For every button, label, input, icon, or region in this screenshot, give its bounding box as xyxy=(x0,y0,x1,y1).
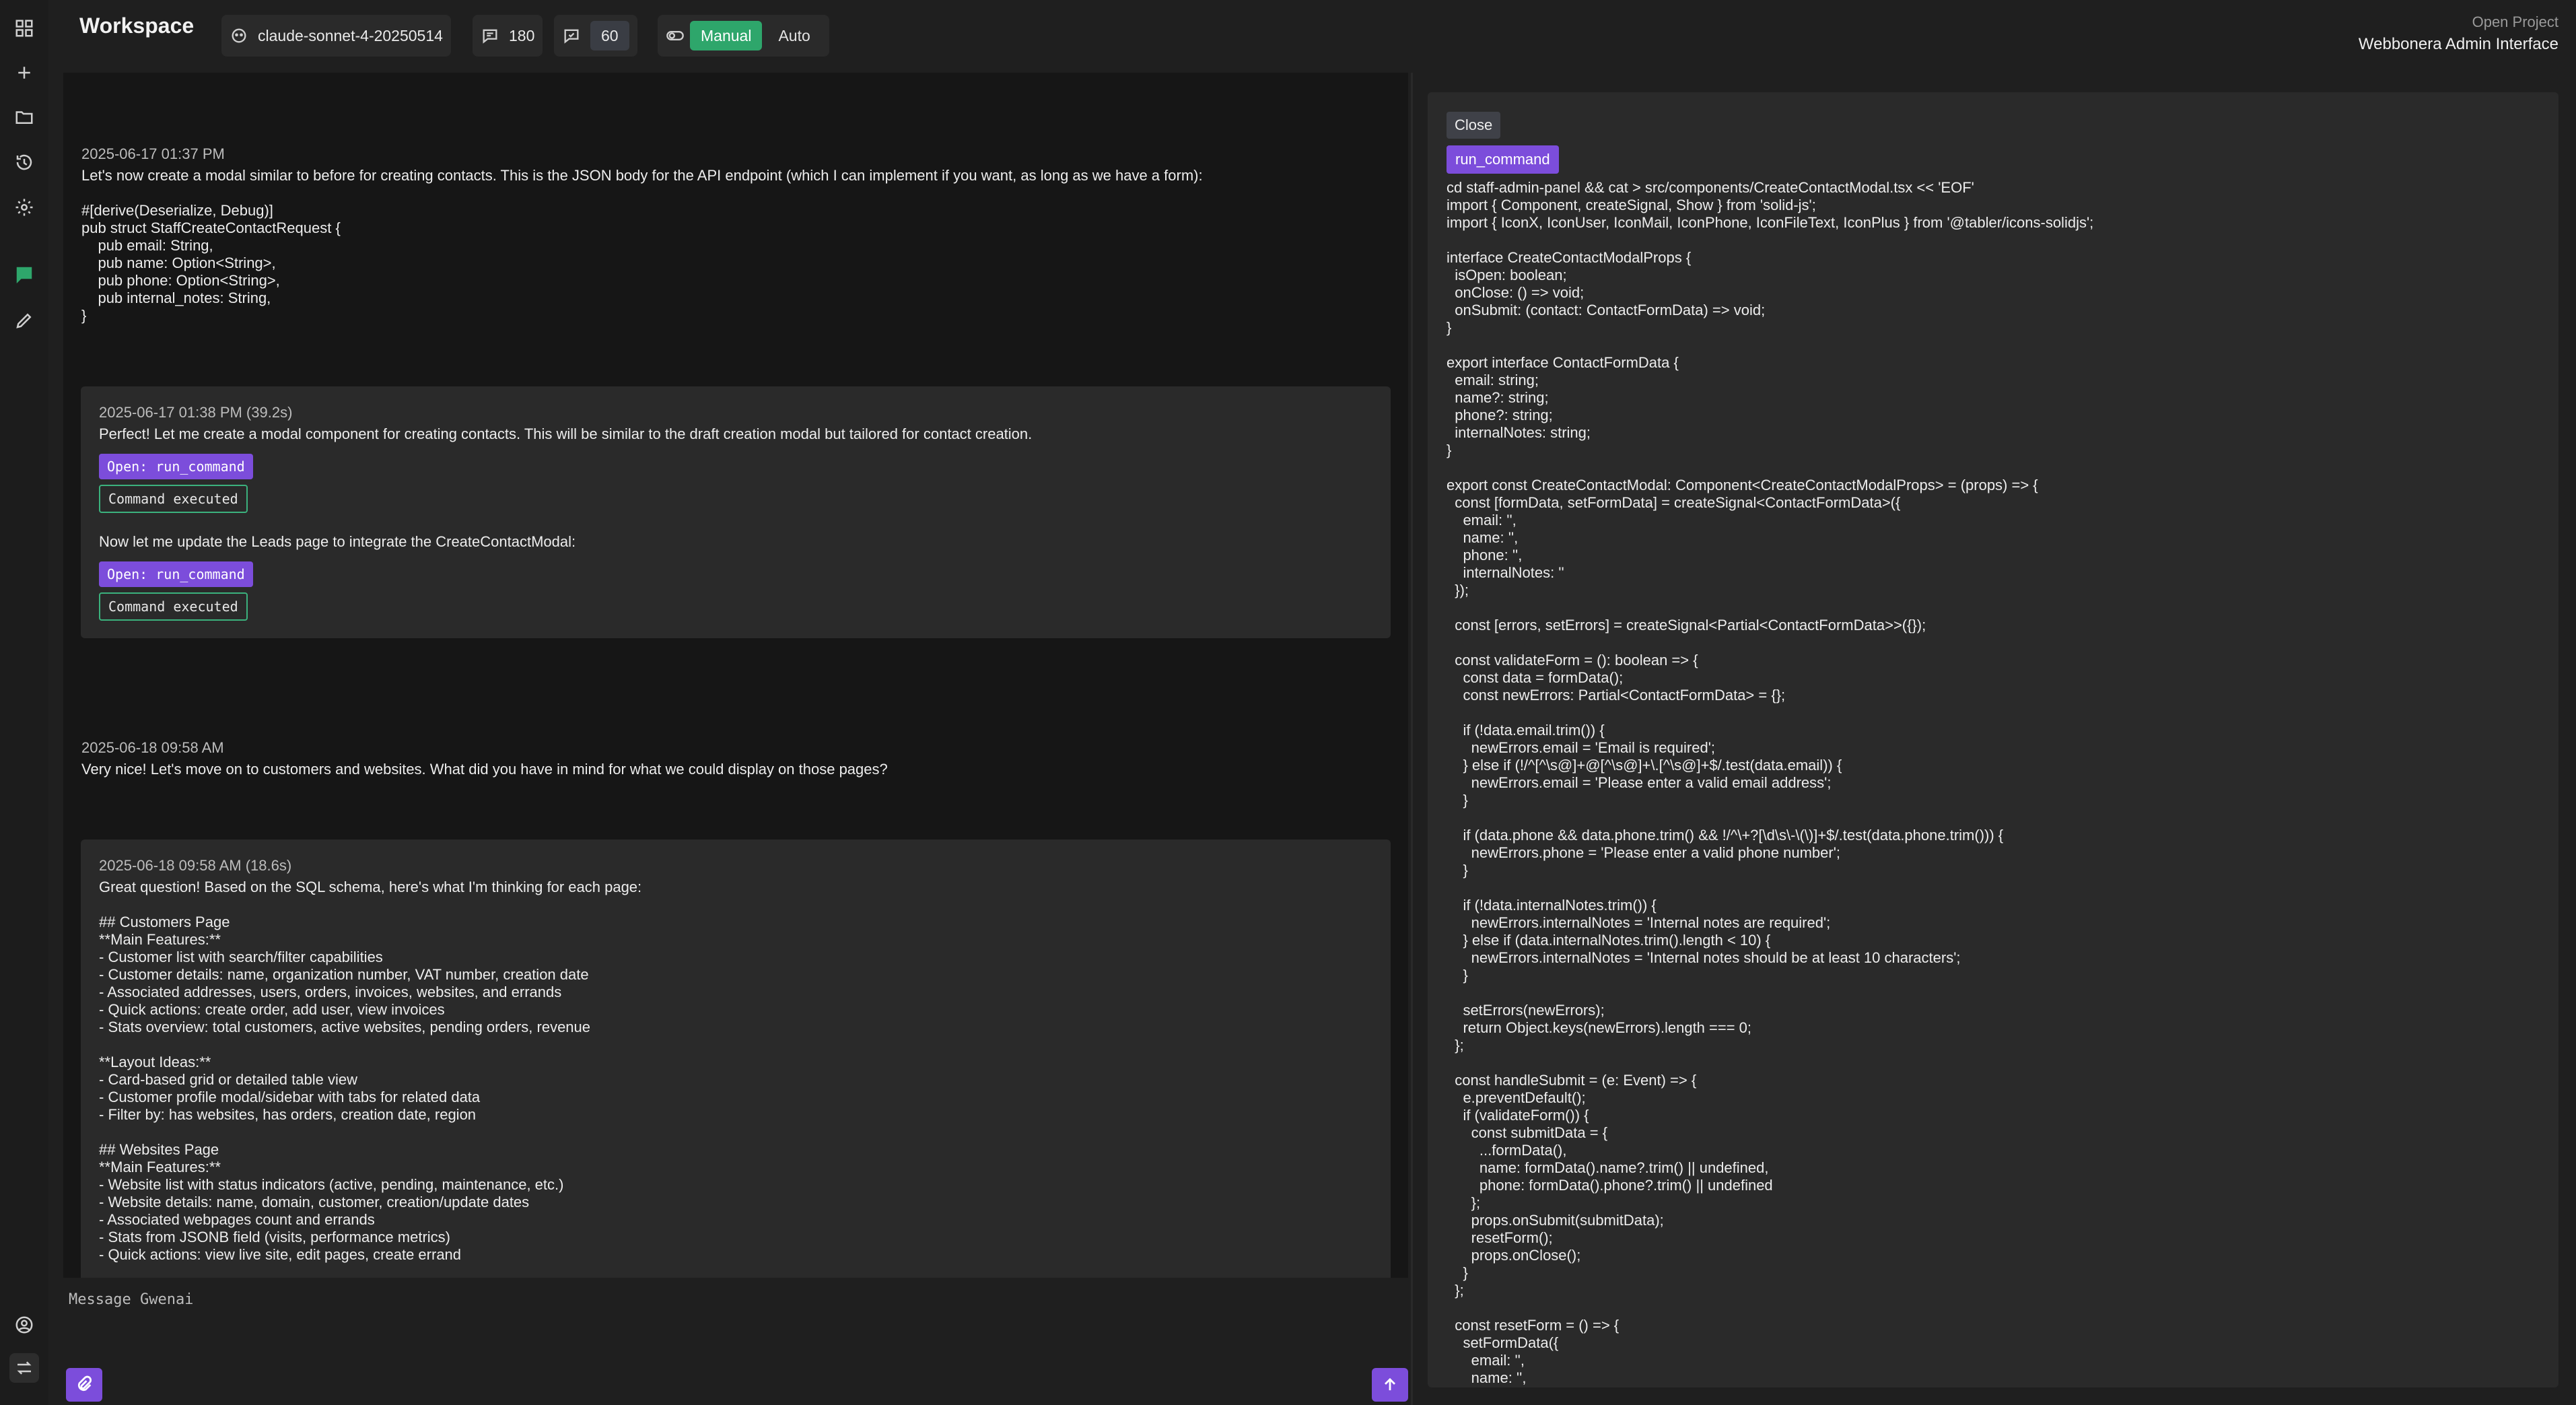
command-executed-badge: Command executed xyxy=(99,485,248,513)
counter-b-value: 60 xyxy=(590,21,629,50)
arrow-up-icon xyxy=(1385,1377,1395,1391)
message-body: Very nice! Let's move on to customers an… xyxy=(81,761,888,778)
message-icon xyxy=(483,29,497,44)
settings-icon[interactable] xyxy=(9,193,39,222)
plus-icon[interactable] xyxy=(9,58,39,88)
project-name: Webbonera Admin Interface xyxy=(2358,35,2558,53)
mode-manual-button[interactable]: Manual xyxy=(690,21,763,50)
model-name: claude-sonnet-4-20250514 xyxy=(258,26,443,44)
message-input[interactable]: Message Gwenai xyxy=(69,1291,193,1308)
mode-auto-button[interactable]: Auto xyxy=(767,21,821,50)
message-timestamp: 2025-06-17 01:38 PM (39.2s) xyxy=(99,404,293,421)
open-run-command-button[interactable]: Open: run_command xyxy=(99,454,253,479)
paperclip-icon xyxy=(77,1375,92,1392)
attach-button[interactable] xyxy=(66,1368,102,1402)
counter-b[interactable]: 60 xyxy=(554,15,637,57)
assistant-message: 2025-06-18 09:58 AM (18.6s) Great questi… xyxy=(81,839,1391,1278)
message-alt-icon xyxy=(564,29,579,44)
close-button[interactable]: Close xyxy=(1447,112,1501,139)
swap-icon[interactable] xyxy=(9,1353,39,1383)
message-timestamp: 2025-06-18 09:58 AM xyxy=(81,739,224,756)
message-composer[interactable]: Message Gwenai xyxy=(63,1279,1408,1405)
command-code: cd staff-admin-panel && cat > src/compon… xyxy=(1447,179,2094,1386)
chat-icon[interactable] xyxy=(9,260,39,289)
send-button[interactable] xyxy=(1372,1368,1408,1402)
counter-a[interactable]: 180 xyxy=(473,15,543,57)
left-rail xyxy=(0,0,48,1405)
open-run-command-button[interactable]: Open: run_command xyxy=(99,561,253,587)
open-project-label[interactable]: Open Project xyxy=(2359,13,2558,31)
counter-a-value: 180 xyxy=(509,26,535,44)
user-icon[interactable] xyxy=(9,1310,39,1340)
project-info[interactable]: Open Project Webbonera Admin Interface xyxy=(2359,13,2558,54)
history-icon[interactable] xyxy=(9,147,39,177)
mode-toggle[interactable]: Manual Auto xyxy=(658,15,829,57)
user-message: 2025-06-17 01:37 PM Let's now create a m… xyxy=(63,145,1408,324)
command-executed-badge: Command executed xyxy=(99,592,248,621)
message-body: Great question! Based on the SQL schema,… xyxy=(99,879,642,1263)
message-body: Let's now create a modal similar to befo… xyxy=(81,167,1203,324)
user-message: 2025-06-18 09:58 AM Very nice! Let's mov… xyxy=(63,739,1408,778)
tool-output-panel: Close run_command cd staff-admin-panel &… xyxy=(1428,92,2558,1387)
folder-icon[interactable] xyxy=(9,102,39,132)
message-body: Now let me update the Leads page to inte… xyxy=(99,533,576,550)
run-command-label[interactable]: run_command xyxy=(1447,145,1559,174)
assistant-message: 2025-06-17 01:38 PM (39.2s) Perfect! Let… xyxy=(81,386,1391,638)
message-timestamp: 2025-06-18 09:58 AM (18.6s) xyxy=(99,857,292,874)
message-body: Perfect! Let me create a modal component… xyxy=(99,425,1033,442)
grid-icon[interactable] xyxy=(9,13,39,43)
model-selector[interactable]: claude-sonnet-4-20250514 xyxy=(221,15,451,57)
chat-history[interactable]: 2025-06-17 01:37 PM Let's now create a m… xyxy=(63,73,1408,1278)
robot-icon xyxy=(232,28,246,43)
panel-divider[interactable] xyxy=(1411,73,1413,1405)
message-timestamp: 2025-06-17 01:37 PM xyxy=(81,145,225,162)
toggle-icon xyxy=(666,31,684,40)
page-title: Workspace xyxy=(79,13,195,38)
pencil-icon[interactable] xyxy=(9,306,39,335)
